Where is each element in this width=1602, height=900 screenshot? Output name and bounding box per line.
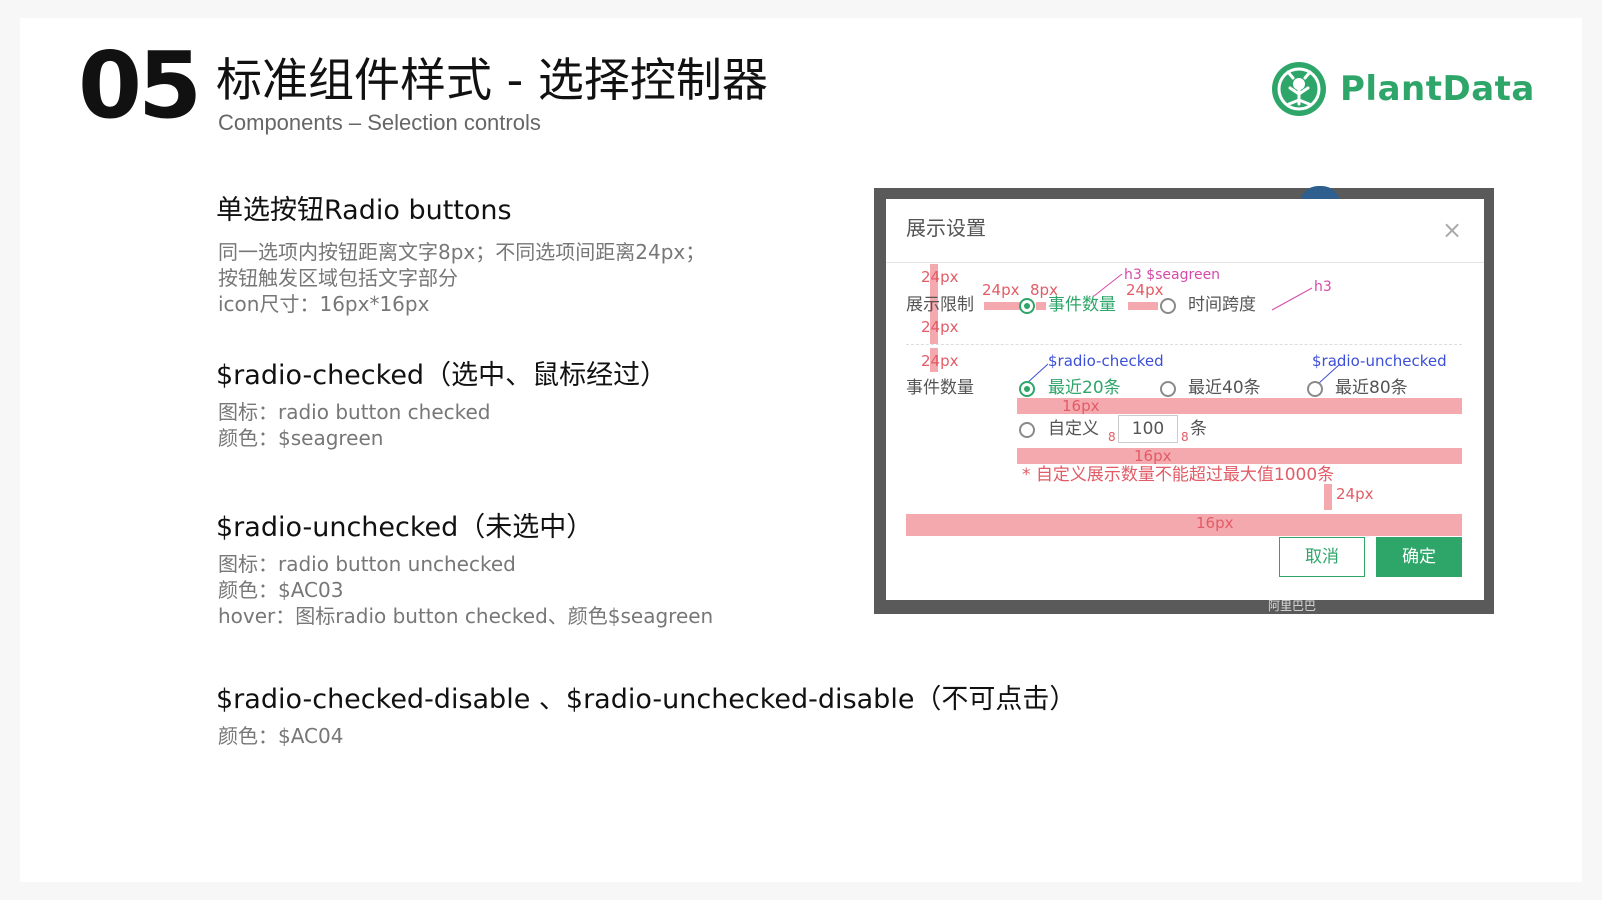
section-title-radio-buttons: 单选按钮Radio buttons [216,195,512,226]
row-label-event-count: 事件数量 [906,378,974,398]
cancel-button[interactable]: 取消 [1279,537,1365,577]
annotation-8: 8 [1181,430,1189,444]
section-number: 05 [78,32,202,139]
annotation-24px: 24px [982,281,1020,299]
radio-recent-80[interactable] [1307,381,1323,397]
annotation-24px: 24px [921,352,959,370]
option-time-span-label[interactable]: 时间跨度 [1188,297,1256,314]
page-title: 标准组件样式 - 选择控制器 [216,53,768,107]
option-recent-20-label[interactable]: 最近20条 [1048,380,1121,397]
annotation-8: 8 [1108,430,1116,444]
option-recent-40-label[interactable]: 最近40条 [1188,380,1261,397]
annotation-24px: 24px [921,318,959,336]
annotation-16px: 16px [1062,397,1100,415]
custom-count-input[interactable]: 100 [1118,415,1178,443]
validation-hint: * 自定义展示数量不能超过最大值1000条 [1022,465,1335,485]
spacing-bar [1324,484,1332,510]
page-subtitle: Components – Selection controls [218,110,541,135]
radio-recent-20[interactable] [1019,381,1035,397]
annotation-24px: 24px [921,268,959,286]
section-line: icon尺寸：16px*16px [218,292,430,316]
brand-logo-group: PlantData [1270,60,1535,118]
radio-time-span[interactable] [1160,298,1176,314]
annotation-h3-seagreen: h3 $seagreen [1124,267,1221,283]
annotation-radio-checked: $radio-checked [1048,352,1164,370]
annotation-24px: 24px [1126,281,1164,299]
option-event-count-label[interactable]: 事件数量 [1048,297,1116,314]
section-line: 同一选项内按钮距离文字8px；不同选项间距离24px； [218,240,706,264]
close-icon[interactable]: × [1442,218,1462,242]
section-line: 按钮触发区域包括文字部分 [218,266,458,290]
map-label: 阿里巴巴 [1268,599,1317,613]
annotation-h3: h3 [1314,279,1332,295]
spacing-bar [1017,448,1462,464]
section-title-radio-checked: $radio-checked（选中、鼠标经过） [216,360,668,391]
radio-custom[interactable] [1019,422,1035,438]
section-line: 颜色：$AC03 [218,578,344,602]
custom-unit: 条 [1190,419,1207,439]
section-title-radio-unchecked: $radio-unchecked（未选中） [216,512,594,543]
section-line: 图标：radio button checked [218,400,491,424]
radio-recent-40[interactable] [1160,381,1176,397]
plantdata-logo-icon [1272,62,1326,116]
spacing-bar [906,514,1462,536]
section-line: 颜色：$seagreen [218,426,384,450]
section-line: 图标：radio button unchecked [218,552,516,576]
row-label-display-limit: 展示限制 [906,295,974,315]
annotation-16px: 16px [1134,447,1172,465]
annotation-24px: 24px [1336,485,1374,503]
section-line: 颜色：$AC04 [218,724,344,748]
annotation-16px: 16px [1196,514,1234,532]
brand-name: PlantData [1340,69,1535,109]
section-title-radio-disable: $radio-checked-disable 、$radio-unchecked… [216,684,1077,715]
option-recent-80-label[interactable]: 最近80条 [1335,380,1408,397]
option-custom-label[interactable]: 自定义 [1048,421,1099,438]
section-line: hover：图标radio button checked、颜色$seagreen [218,604,714,628]
annotation-radio-unchecked: $radio-unchecked [1312,352,1447,370]
confirm-button[interactable]: 确定 [1376,537,1462,577]
dialog-title: 展示设置 [906,216,986,240]
radio-event-count[interactable] [1019,298,1035,314]
